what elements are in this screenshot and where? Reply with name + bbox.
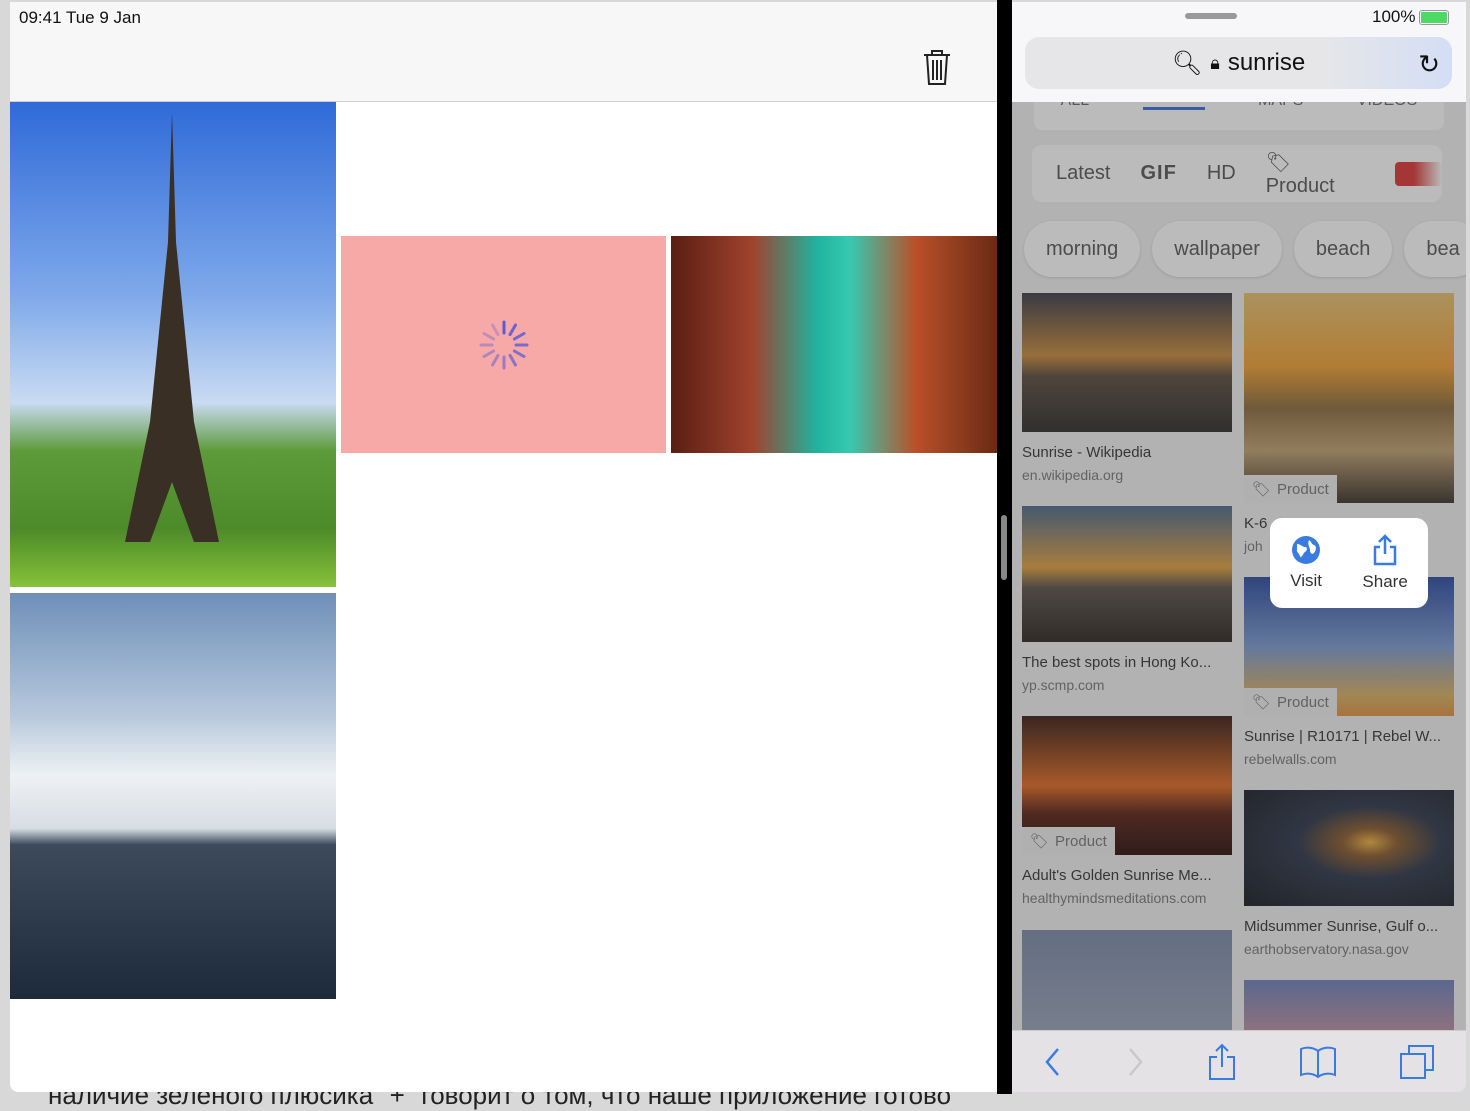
slide-over-grabber[interactable]	[1185, 13, 1237, 19]
tabs-icon[interactable]	[1399, 1044, 1435, 1080]
lock-icon: 🔒︎	[1210, 52, 1220, 73]
image-iceberg[interactable]	[10, 593, 336, 999]
battery-status: 100%	[1372, 7, 1450, 27]
visit-label: Visit	[1290, 571, 1323, 590]
battery-percent: 100%	[1372, 7, 1416, 26]
safari-top-bar: 100% 🔍︎ 🔒︎ sunrise ↻	[1012, 2, 1466, 102]
reload-icon[interactable]: ↻	[1418, 49, 1440, 80]
safari-pane: 100% 🔍︎ 🔒︎ sunrise ↻ ALL IMAGES MAPS VID…	[1012, 2, 1466, 1092]
bookmarks-icon[interactable]	[1299, 1045, 1337, 1079]
split-view-handle[interactable]	[1001, 515, 1007, 580]
forward-icon[interactable]	[1125, 1046, 1145, 1078]
image-loading-placeholder[interactable]	[341, 236, 666, 453]
safari-toolbar	[1012, 1030, 1466, 1092]
image-venice-canal[interactable]	[671, 236, 997, 453]
globe-icon	[1292, 536, 1321, 564]
battery-icon	[1419, 9, 1450, 25]
image-eiffel-tower[interactable]	[10, 102, 336, 587]
share-icon	[1373, 534, 1397, 566]
trash-icon[interactable]	[922, 48, 952, 86]
share-label: Share	[1362, 572, 1408, 591]
share-button[interactable]: Share	[1362, 534, 1408, 592]
address-text: sunrise	[1227, 49, 1306, 76]
search-icon: 🔍︎	[1171, 49, 1203, 77]
loading-spinner-icon	[479, 320, 529, 370]
share-icon[interactable]	[1207, 1043, 1237, 1081]
left-app-pane: 09:41 Tue 9 Jan	[10, 2, 997, 1092]
context-popup: Visit Share	[1270, 518, 1428, 608]
nav-bar: 09:41 Tue 9 Jan	[10, 2, 997, 102]
back-icon[interactable]	[1043, 1046, 1063, 1078]
status-time: 09:41 Tue 9 Jan	[19, 8, 141, 27]
visit-button[interactable]: Visit	[1290, 535, 1322, 591]
address-bar[interactable]: 🔍︎ 🔒︎ sunrise ↻	[1025, 37, 1452, 89]
